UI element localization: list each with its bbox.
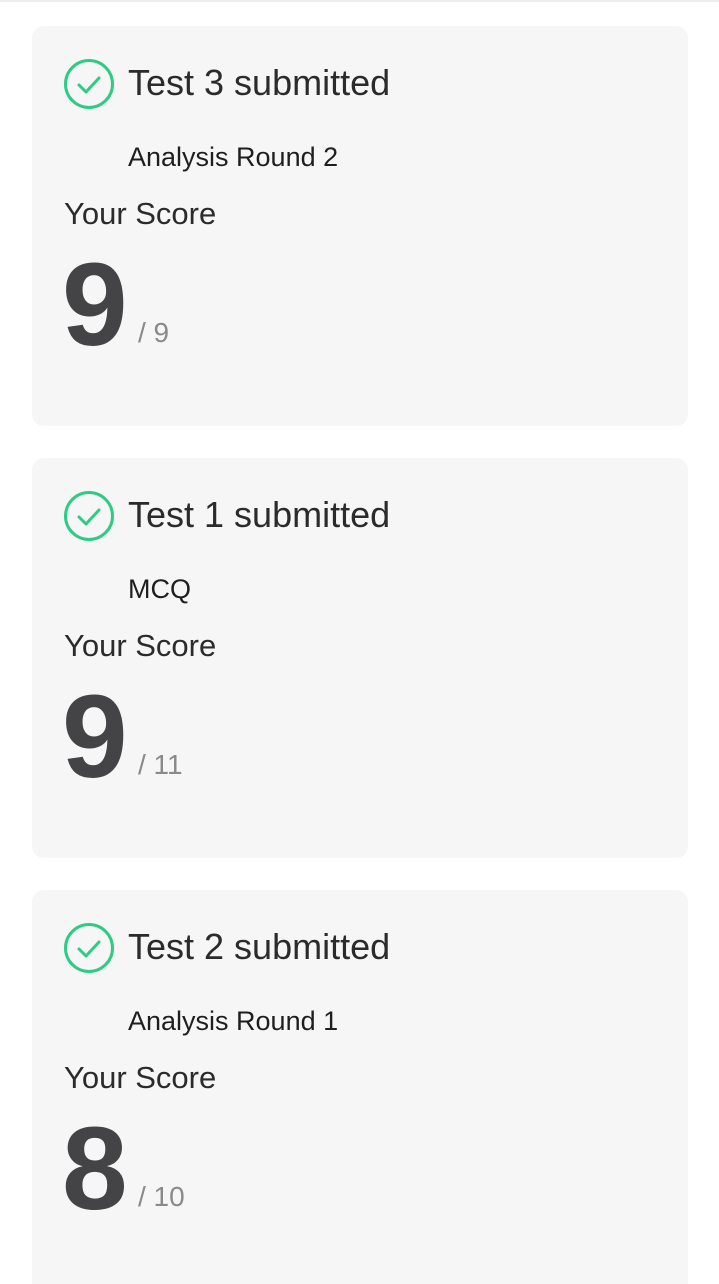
test-result-card[interactable]: Test 3 submitted Analysis Round 2 Your S… xyxy=(32,26,688,426)
check-circle-icon xyxy=(64,491,114,541)
score-label: Your Score xyxy=(64,628,217,663)
score-label: Your Score xyxy=(64,1060,217,1095)
test-title: Test 2 submitted xyxy=(128,926,391,967)
test-round-name: MCQ xyxy=(128,574,191,604)
score-label: Your Score xyxy=(64,196,217,231)
test-round-name: Analysis Round 1 xyxy=(128,1006,339,1036)
score-total: / 11 xyxy=(138,749,183,780)
top-divider xyxy=(0,0,719,2)
test-round-name: Analysis Round 2 xyxy=(128,142,339,172)
score-value: 8 xyxy=(62,1103,128,1235)
check-circle-icon xyxy=(64,923,114,973)
score-value: 9 xyxy=(62,239,128,371)
score-value: 9 xyxy=(62,671,128,803)
check-circle-icon xyxy=(64,59,114,109)
test-title: Test 3 submitted xyxy=(128,62,391,103)
test-results-page: Test 3 submitted Analysis Round 2 Your S… xyxy=(0,0,719,1284)
test-title: Test 1 submitted xyxy=(128,494,391,535)
score-total: / 9 xyxy=(138,317,170,348)
score-total: / 10 xyxy=(138,1181,185,1212)
test-result-card[interactable]: Test 1 submitted MCQ Your Score 9 / 11 xyxy=(32,458,688,858)
test-result-card[interactable]: Test 2 submitted Analysis Round 1 Your S… xyxy=(32,890,688,1284)
